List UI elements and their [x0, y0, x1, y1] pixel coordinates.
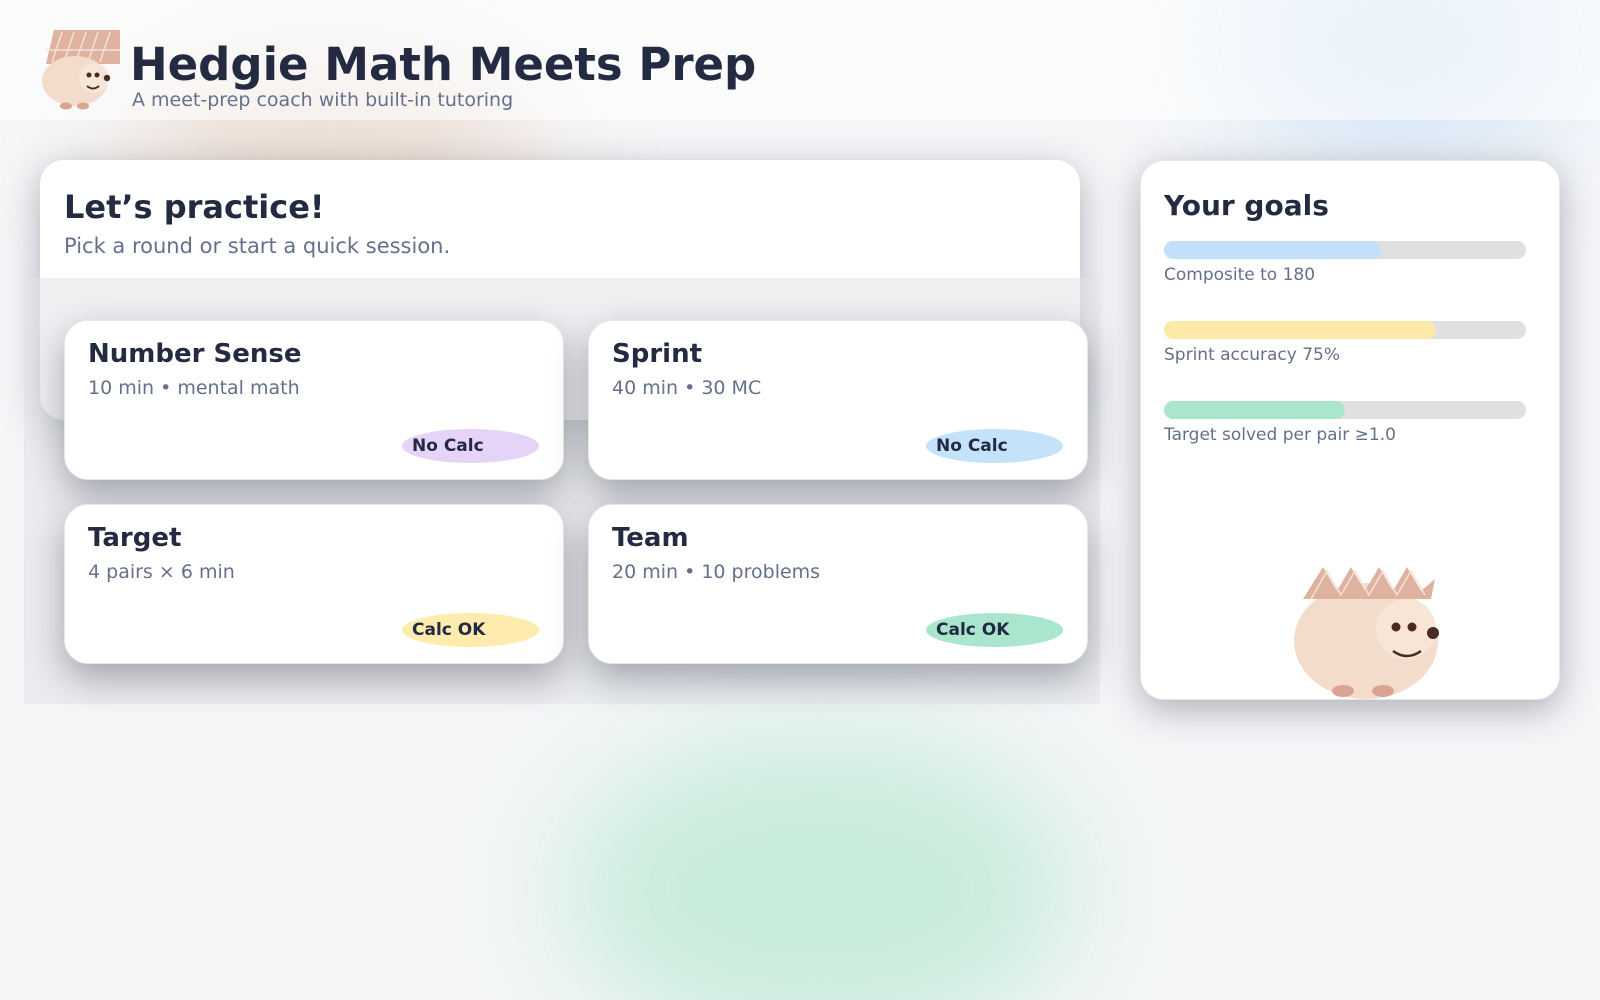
goal-progress-fill — [1164, 241, 1382, 259]
goals-title: Your goals — [1164, 189, 1329, 222]
goal-progress-track — [1164, 321, 1526, 339]
calculator-badge: No Calc — [926, 429, 1063, 463]
background-green-blob — [560, 730, 1080, 1000]
round-meta: 40 min • 30 MC — [612, 377, 762, 399]
round-card-number-sense[interactable]: Number Sense 10 min • mental math No Cal… — [64, 320, 564, 480]
goal-target-solved: Target solved per pair ≥1.0 — [1164, 401, 1526, 445]
calculator-badge: Calc OK — [926, 613, 1063, 647]
goal-label: Sprint accuracy 75% — [1164, 345, 1341, 365]
goal-progress-fill — [1164, 401, 1345, 419]
calculator-badge: No Calc — [402, 429, 539, 463]
goal-composite: Composite to 180 — [1164, 241, 1526, 285]
hedgehog-logo-icon — [42, 30, 120, 110]
round-title: Team — [612, 523, 689, 553]
round-title: Number Sense — [88, 339, 302, 369]
round-title: Sprint — [612, 339, 703, 369]
practice-subtitle: Pick a round or start a quick session. — [64, 234, 451, 258]
hedgehog-mascot-icon — [1294, 567, 1439, 699]
round-title: Target — [88, 523, 182, 553]
goal-label: Target solved per pair ≥1.0 — [1164, 425, 1396, 445]
goal-progress-fill — [1164, 321, 1436, 339]
goal-progress-track — [1164, 401, 1526, 419]
goals-panel: Your goals Composite to 180 Sprint accur… — [1140, 160, 1560, 700]
app-header: Hedgie Math Meets Prep A meet-prep coach… — [0, 0, 1600, 120]
app-subtitle: A meet-prep coach with built-in tutoring — [132, 89, 514, 111]
goal-sprint-accuracy: Sprint accuracy 75% — [1164, 321, 1526, 365]
round-meta: 4 pairs × 6 min — [88, 561, 235, 583]
practice-title: Let’s practice! — [64, 188, 325, 226]
calculator-badge: Calc OK — [402, 613, 539, 647]
app-title: Hedgie Math Meets Prep — [130, 38, 757, 91]
goal-label: Composite to 180 — [1164, 265, 1316, 285]
round-meta: 20 min • 10 problems — [612, 561, 821, 583]
goal-progress-track — [1164, 241, 1526, 259]
round-card-target[interactable]: Target 4 pairs × 6 min Calc OK — [64, 504, 564, 664]
round-meta: 10 min • mental math — [88, 377, 300, 399]
round-card-sprint[interactable]: Sprint 40 min • 30 MC No Calc — [588, 320, 1088, 480]
round-card-team[interactable]: Team 20 min • 10 problems Calc OK — [588, 504, 1088, 664]
